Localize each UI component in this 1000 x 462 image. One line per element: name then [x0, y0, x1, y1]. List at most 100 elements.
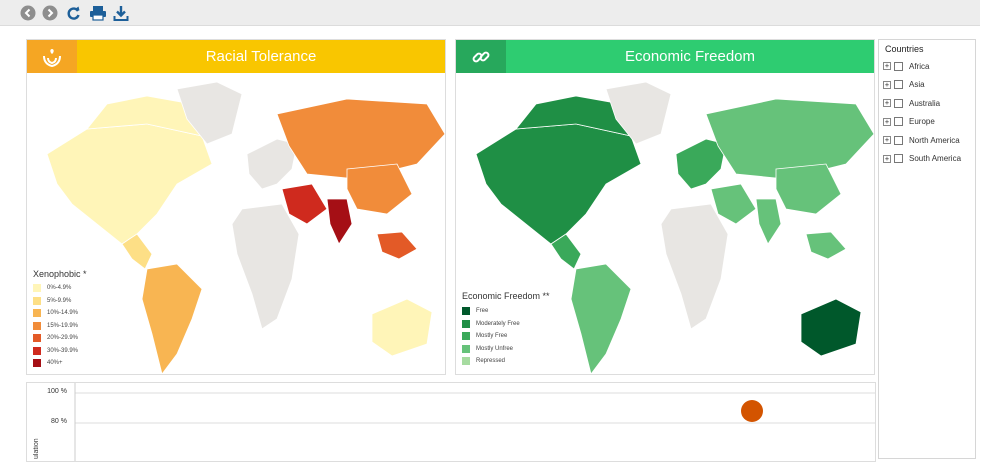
scatter-panel: 100 % 80 % ulation — [26, 382, 876, 462]
country-checkbox[interactable] — [894, 61, 903, 71]
legend-swatch — [33, 346, 41, 355]
map-region-sea[interactable] — [805, 231, 847, 260]
toolbar — [0, 0, 980, 26]
legend-swatch — [33, 296, 41, 305]
country-checkbox[interactable] — [894, 117, 903, 126]
economic-legend-item: Mostly Unfree — [462, 344, 513, 354]
legend-label: Free — [476, 308, 489, 314]
country-checkbox[interactable] — [894, 98, 903, 108]
country-label: Africa — [909, 61, 930, 71]
legend-swatch — [33, 321, 41, 330]
download-icon[interactable] — [111, 3, 131, 23]
map-region-in[interactable] — [326, 198, 353, 245]
y-axis-label: ulation — [33, 438, 40, 459]
legend-swatch — [33, 359, 41, 367]
country-label: North America — [909, 135, 960, 145]
forward-icon[interactable] — [40, 3, 60, 23]
racial-legend-item: 10%-14.9% — [33, 308, 78, 318]
economic-freedom-map[interactable] — [456, 74, 874, 374]
economic-legend-item: Mostly Free — [462, 331, 507, 341]
country-label: Australia — [909, 98, 941, 108]
legend-label: Mostly Unfree — [476, 345, 514, 352]
expand-icon[interactable]: + — [883, 136, 891, 144]
legend-label: 30%-39.9% — [47, 347, 79, 354]
legend-swatch — [33, 334, 41, 342]
racial-legend-title: Xenophobic * — [33, 269, 87, 279]
country-label: Asia — [909, 80, 925, 89]
map-region-cn[interactable] — [346, 163, 413, 215]
country-label: South America — [909, 154, 962, 163]
economic-legend-title: Economic Freedom ** — [462, 291, 550, 301]
map-region-au[interactable] — [371, 298, 433, 357]
link-icon — [456, 40, 506, 73]
map-region-sa[interactable] — [141, 263, 203, 374]
racial-legend-item: 20%-29.9% — [33, 333, 78, 343]
racial-legend-item: 0%-4.9% — [33, 283, 71, 293]
map-region-af[interactable] — [231, 203, 300, 330]
racial-legend-item: 5%-9.9% — [33, 296, 71, 306]
map-region-in[interactable] — [755, 198, 782, 245]
legend-label: 5%-9.9% — [47, 297, 72, 304]
country-checkbox[interactable] — [894, 135, 903, 145]
country-checkbox[interactable] — [894, 80, 903, 89]
legend-label: 40%+ — [47, 360, 63, 366]
legend-label: 15%-19.9% — [47, 322, 79, 329]
racial-legend-item: 40%+ — [33, 358, 63, 368]
expand-icon[interactable]: + — [883, 154, 891, 163]
economic-freedom-panel: Economic Freedom Economic Freedom ** Fre… — [455, 39, 875, 375]
legend-label: 0%-4.9% — [47, 285, 72, 291]
map-region-na[interactable] — [475, 123, 642, 245]
scatter-plot[interactable] — [27, 383, 875, 461]
expand-icon[interactable]: + — [883, 62, 891, 70]
map-region-ru[interactable] — [705, 98, 874, 180]
y-tick-100: 100 % — [47, 388, 67, 395]
y-tick-80: 80 % — [51, 418, 67, 425]
expand-icon[interactable]: + — [883, 80, 891, 89]
country-item[interactable]: + Australia — [883, 97, 940, 109]
country-item[interactable]: + Europe — [883, 116, 935, 128]
legend-label: 10%-14.9% — [47, 310, 79, 316]
racial-tolerance-panel: Racial Tolerance Xenophobic * 0%-4.9% 5%-… — [26, 39, 446, 375]
map-region-af[interactable] — [660, 203, 729, 330]
map-region-au[interactable] — [800, 298, 862, 357]
legend-swatch — [462, 307, 470, 315]
country-item[interactable]: + Asia — [883, 79, 925, 91]
print-icon[interactable] — [88, 3, 108, 23]
countries-filter: Countries + Africa + Asia + Australia + Europe +… — [878, 39, 976, 459]
racial-legend-item: 15%-19.9% — [33, 321, 78, 331]
hands-icon — [27, 40, 77, 73]
scatter-point[interactable] — [741, 400, 763, 422]
legend-swatch — [462, 357, 470, 365]
economic-freedom-header: Economic Freedom — [456, 40, 874, 73]
legend-swatch — [462, 332, 470, 340]
map-region-ru[interactable] — [276, 98, 445, 180]
legend-label: 20%-29.9% — [47, 335, 79, 341]
racial-legend-item: 30%-39.9% — [33, 346, 78, 356]
expand-icon[interactable]: + — [883, 99, 891, 107]
country-item[interactable]: + South America — [883, 153, 961, 165]
economic-legend-item: Repressed — [462, 356, 505, 366]
legend-swatch — [462, 344, 470, 353]
country-label: Europe — [909, 117, 935, 126]
racial-tolerance-map[interactable] — [27, 74, 445, 374]
map-region-sea[interactable] — [376, 231, 418, 260]
back-icon[interactable] — [18, 3, 38, 23]
legend-label: Moderately Free — [476, 320, 520, 327]
economic-legend-item: Free — [462, 306, 488, 316]
countries-title: Countries — [885, 44, 924, 54]
expand-icon[interactable]: + — [883, 117, 891, 126]
map-region-cn[interactable] — [775, 163, 842, 215]
country-checkbox[interactable] — [894, 154, 903, 163]
economic-freedom-title: Economic Freedom — [506, 40, 874, 73]
legend-swatch — [33, 309, 41, 317]
map-region-na[interactable] — [46, 123, 213, 245]
racial-tolerance-title: Racial Tolerance — [77, 40, 445, 73]
legend-label: Mostly Free — [476, 333, 508, 339]
country-item[interactable]: + North America — [883, 134, 960, 146]
racial-tolerance-header: Racial Tolerance — [27, 40, 445, 73]
country-item[interactable]: + Africa — [883, 60, 929, 72]
refresh-icon[interactable] — [64, 3, 84, 23]
legend-swatch — [462, 319, 470, 328]
map-region-sa[interactable] — [570, 263, 632, 374]
legend-swatch — [33, 284, 41, 292]
